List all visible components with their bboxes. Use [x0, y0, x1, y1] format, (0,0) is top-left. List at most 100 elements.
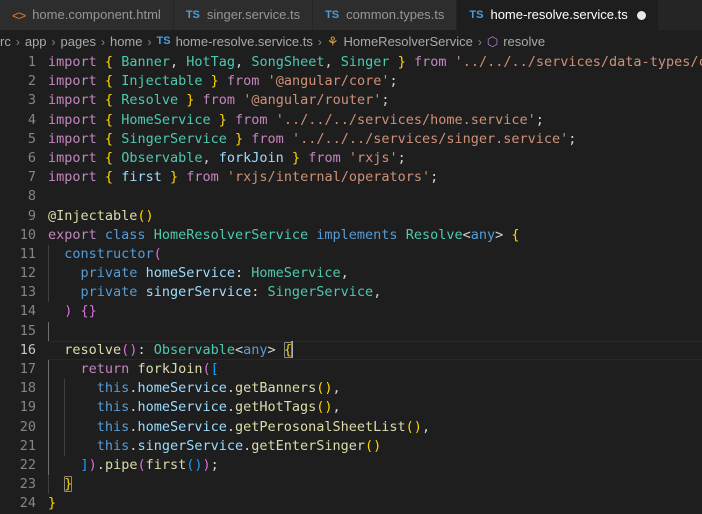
editor-tab-bar: <> home.component.html TS singer.service…	[0, 0, 702, 30]
code-line[interactable]: 14 ) {}	[0, 302, 702, 321]
line-content[interactable]: return forkJoin([	[36, 360, 702, 380]
code-line[interactable]: 17 return forkJoin([	[0, 360, 702, 380]
line-number: 19	[19, 399, 36, 416]
code-line[interactable]: 23 }	[0, 475, 702, 495]
typescript-file-icon: TS	[325, 8, 340, 21]
code-line[interactable]: 12 private homeService: HomeService,	[0, 264, 702, 284]
line-content[interactable]: }	[36, 494, 702, 513]
line-content[interactable]: private singerService: SingerService,	[36, 283, 702, 303]
code-line[interactable]: 15	[0, 321, 702, 341]
line-number: 17	[19, 361, 36, 377]
typescript-file-icon: TS	[156, 35, 171, 47]
line-content[interactable]	[36, 321, 702, 341]
code-line[interactable]: 4 import { HomeService } from '../../../…	[0, 111, 702, 130]
line-content[interactable]: ) {}	[36, 302, 702, 321]
breadcrumb-item-home[interactable]: home	[110, 34, 143, 49]
chevron-right-icon: ›	[15, 34, 20, 49]
code-line[interactable]: 6 import { Observable, forkJoin } from '…	[0, 149, 702, 168]
code-line[interactable]: 18 this.homeService.getBanners(),	[0, 379, 702, 399]
line-number: 16	[19, 341, 36, 358]
tab-label: singer.service.ts	[206, 7, 301, 22]
line-number: 5	[27, 130, 36, 147]
tab-label: home-resolve.service.ts	[490, 7, 628, 22]
tab-home-resolve-service-ts[interactable]: TS home-resolve.service.ts	[457, 0, 659, 30]
line-content[interactable]: @Injectable()	[36, 207, 702, 226]
tab-common-types-ts[interactable]: TS common.types.ts	[313, 0, 458, 30]
breadcrumb-item-pages[interactable]: pages	[61, 34, 96, 49]
line-content[interactable]: }	[36, 475, 702, 495]
line-number: 4	[27, 111, 36, 128]
tab-label: common.types.ts	[346, 7, 445, 22]
line-content[interactable]: this.homeService.getHotTags(),	[36, 398, 702, 418]
tab-label: home.component.html	[32, 7, 161, 22]
breadcrumb-item-app[interactable]: app	[25, 34, 47, 49]
code-line[interactable]: 5 import { SingerService } from '../../.…	[0, 130, 702, 149]
text-cursor	[290, 340, 293, 358]
code-editor[interactable]: 1 import { Banner, HotTag, SongSheet, Si…	[0, 53, 702, 514]
code-line[interactable]: 13 private singerService: SingerService,	[0, 283, 702, 303]
line-number: 8	[27, 188, 36, 205]
line-number: 20	[19, 418, 36, 435]
code-line[interactable]: 22 ]).pipe(first());	[0, 455, 702, 476]
tab-home-component-html[interactable]: <> home.component.html	[0, 0, 174, 30]
line-content[interactable]: this.homeService.getPerosonalSheetList()…	[36, 417, 702, 437]
code-line[interactable]: 11 constructor(	[0, 244, 702, 265]
line-content[interactable]: import { first } from 'rxjs/internal/ope…	[36, 168, 702, 187]
code-lines[interactable]: 1 import { Banner, HotTag, SongSheet, Si…	[0, 53, 702, 514]
breadcrumb-label: HomeResolverService	[343, 34, 473, 49]
line-content[interactable]: import { SingerService } from '../../../…	[36, 130, 702, 149]
line-content[interactable]: ]).pipe(first());	[36, 455, 702, 476]
line-content[interactable]	[36, 187, 702, 206]
line-number: 1	[27, 54, 36, 70]
line-content[interactable]: this.singerService.getEnterSinger()	[36, 436, 702, 456]
chevron-right-icon: ›	[100, 34, 105, 49]
chevron-right-icon: ›	[477, 34, 482, 49]
breadcrumb-item-method[interactable]: ⬡ resolve	[487, 34, 545, 49]
class-symbol-icon: ⚘	[326, 34, 339, 49]
breadcrumb-label: rc	[0, 34, 11, 49]
breadcrumb-label: home-resolve.service.ts	[175, 34, 313, 49]
breadcrumb-item-src[interactable]: rc	[0, 34, 11, 49]
line-number: 11	[19, 245, 36, 262]
code-line[interactable]: 2 import { Injectable } from '@angular/c…	[0, 72, 702, 91]
line-number: 12	[19, 265, 36, 282]
code-line[interactable]: 9 @Injectable()	[0, 207, 702, 226]
line-number: 23	[19, 476, 36, 493]
line-content[interactable]: this.homeService.getBanners(),	[36, 379, 702, 399]
line-content[interactable]: private homeService: HomeService,	[36, 264, 702, 284]
html-file-icon: <>	[12, 7, 26, 23]
line-number: 6	[27, 149, 36, 166]
code-line[interactable]: 20 this.homeService.getPerosonalSheetLis…	[0, 417, 702, 437]
tab-singer-service-ts[interactable]: TS singer.service.ts	[173, 0, 314, 30]
breadcrumb-label: app	[24, 34, 47, 49]
line-content[interactable]: import { HomeService } from '../../../se…	[36, 111, 702, 130]
line-content[interactable]: resolve(): Observable<any> {	[36, 340, 702, 360]
breadcrumb-label: resolve	[503, 34, 546, 49]
code-line[interactable]: 1 import { Banner, HotTag, SongSheet, Si…	[0, 53, 702, 72]
unsaved-changes-indicator-icon[interactable]	[636, 10, 646, 20]
breadcrumb-item-class[interactable]: ⚘ HomeResolverService	[327, 34, 473, 49]
line-content[interactable]: import { Injectable } from '@angular/cor…	[36, 72, 702, 91]
line-content[interactable]: import { Banner, HotTag, SongSheet, Sing…	[36, 53, 702, 72]
code-line[interactable]: 24 }	[0, 494, 702, 513]
code-line[interactable]: 21 this.singerService.getEnterSinger()	[0, 436, 702, 456]
line-number: 3	[27, 92, 36, 109]
line-number: 2	[27, 73, 36, 90]
line-content[interactable]: constructor(	[36, 244, 702, 265]
code-line[interactable]: 3 import { Resolve } from '@angular/rout…	[0, 91, 702, 110]
code-line[interactable]: 7 import { first } from 'rxjs/internal/o…	[0, 168, 702, 187]
code-line[interactable]: 10 export class HomeResolverService impl…	[0, 226, 702, 245]
line-content[interactable]: import { Resolve } from '@angular/router…	[36, 91, 702, 110]
breadcrumb-label: home	[109, 34, 143, 49]
code-line[interactable]: 19 this.homeService.getHotTags(),	[0, 398, 702, 418]
code-line[interactable]: 8	[0, 187, 702, 206]
line-number: 15	[19, 322, 36, 339]
line-number: 7	[27, 169, 36, 186]
line-content[interactable]: export class HomeResolverService impleme…	[36, 226, 702, 245]
typescript-file-icon: TS	[185, 8, 200, 21]
code-line-current[interactable]: 16 resolve(): Observable<any> {	[0, 340, 702, 361]
line-content[interactable]: import { Observable, forkJoin } from 'rx…	[36, 149, 702, 168]
typescript-file-icon: TS	[469, 8, 484, 21]
breadcrumb-item-file[interactable]: TS home-resolve.service.ts	[157, 34, 313, 49]
chevron-right-icon: ›	[147, 34, 152, 49]
